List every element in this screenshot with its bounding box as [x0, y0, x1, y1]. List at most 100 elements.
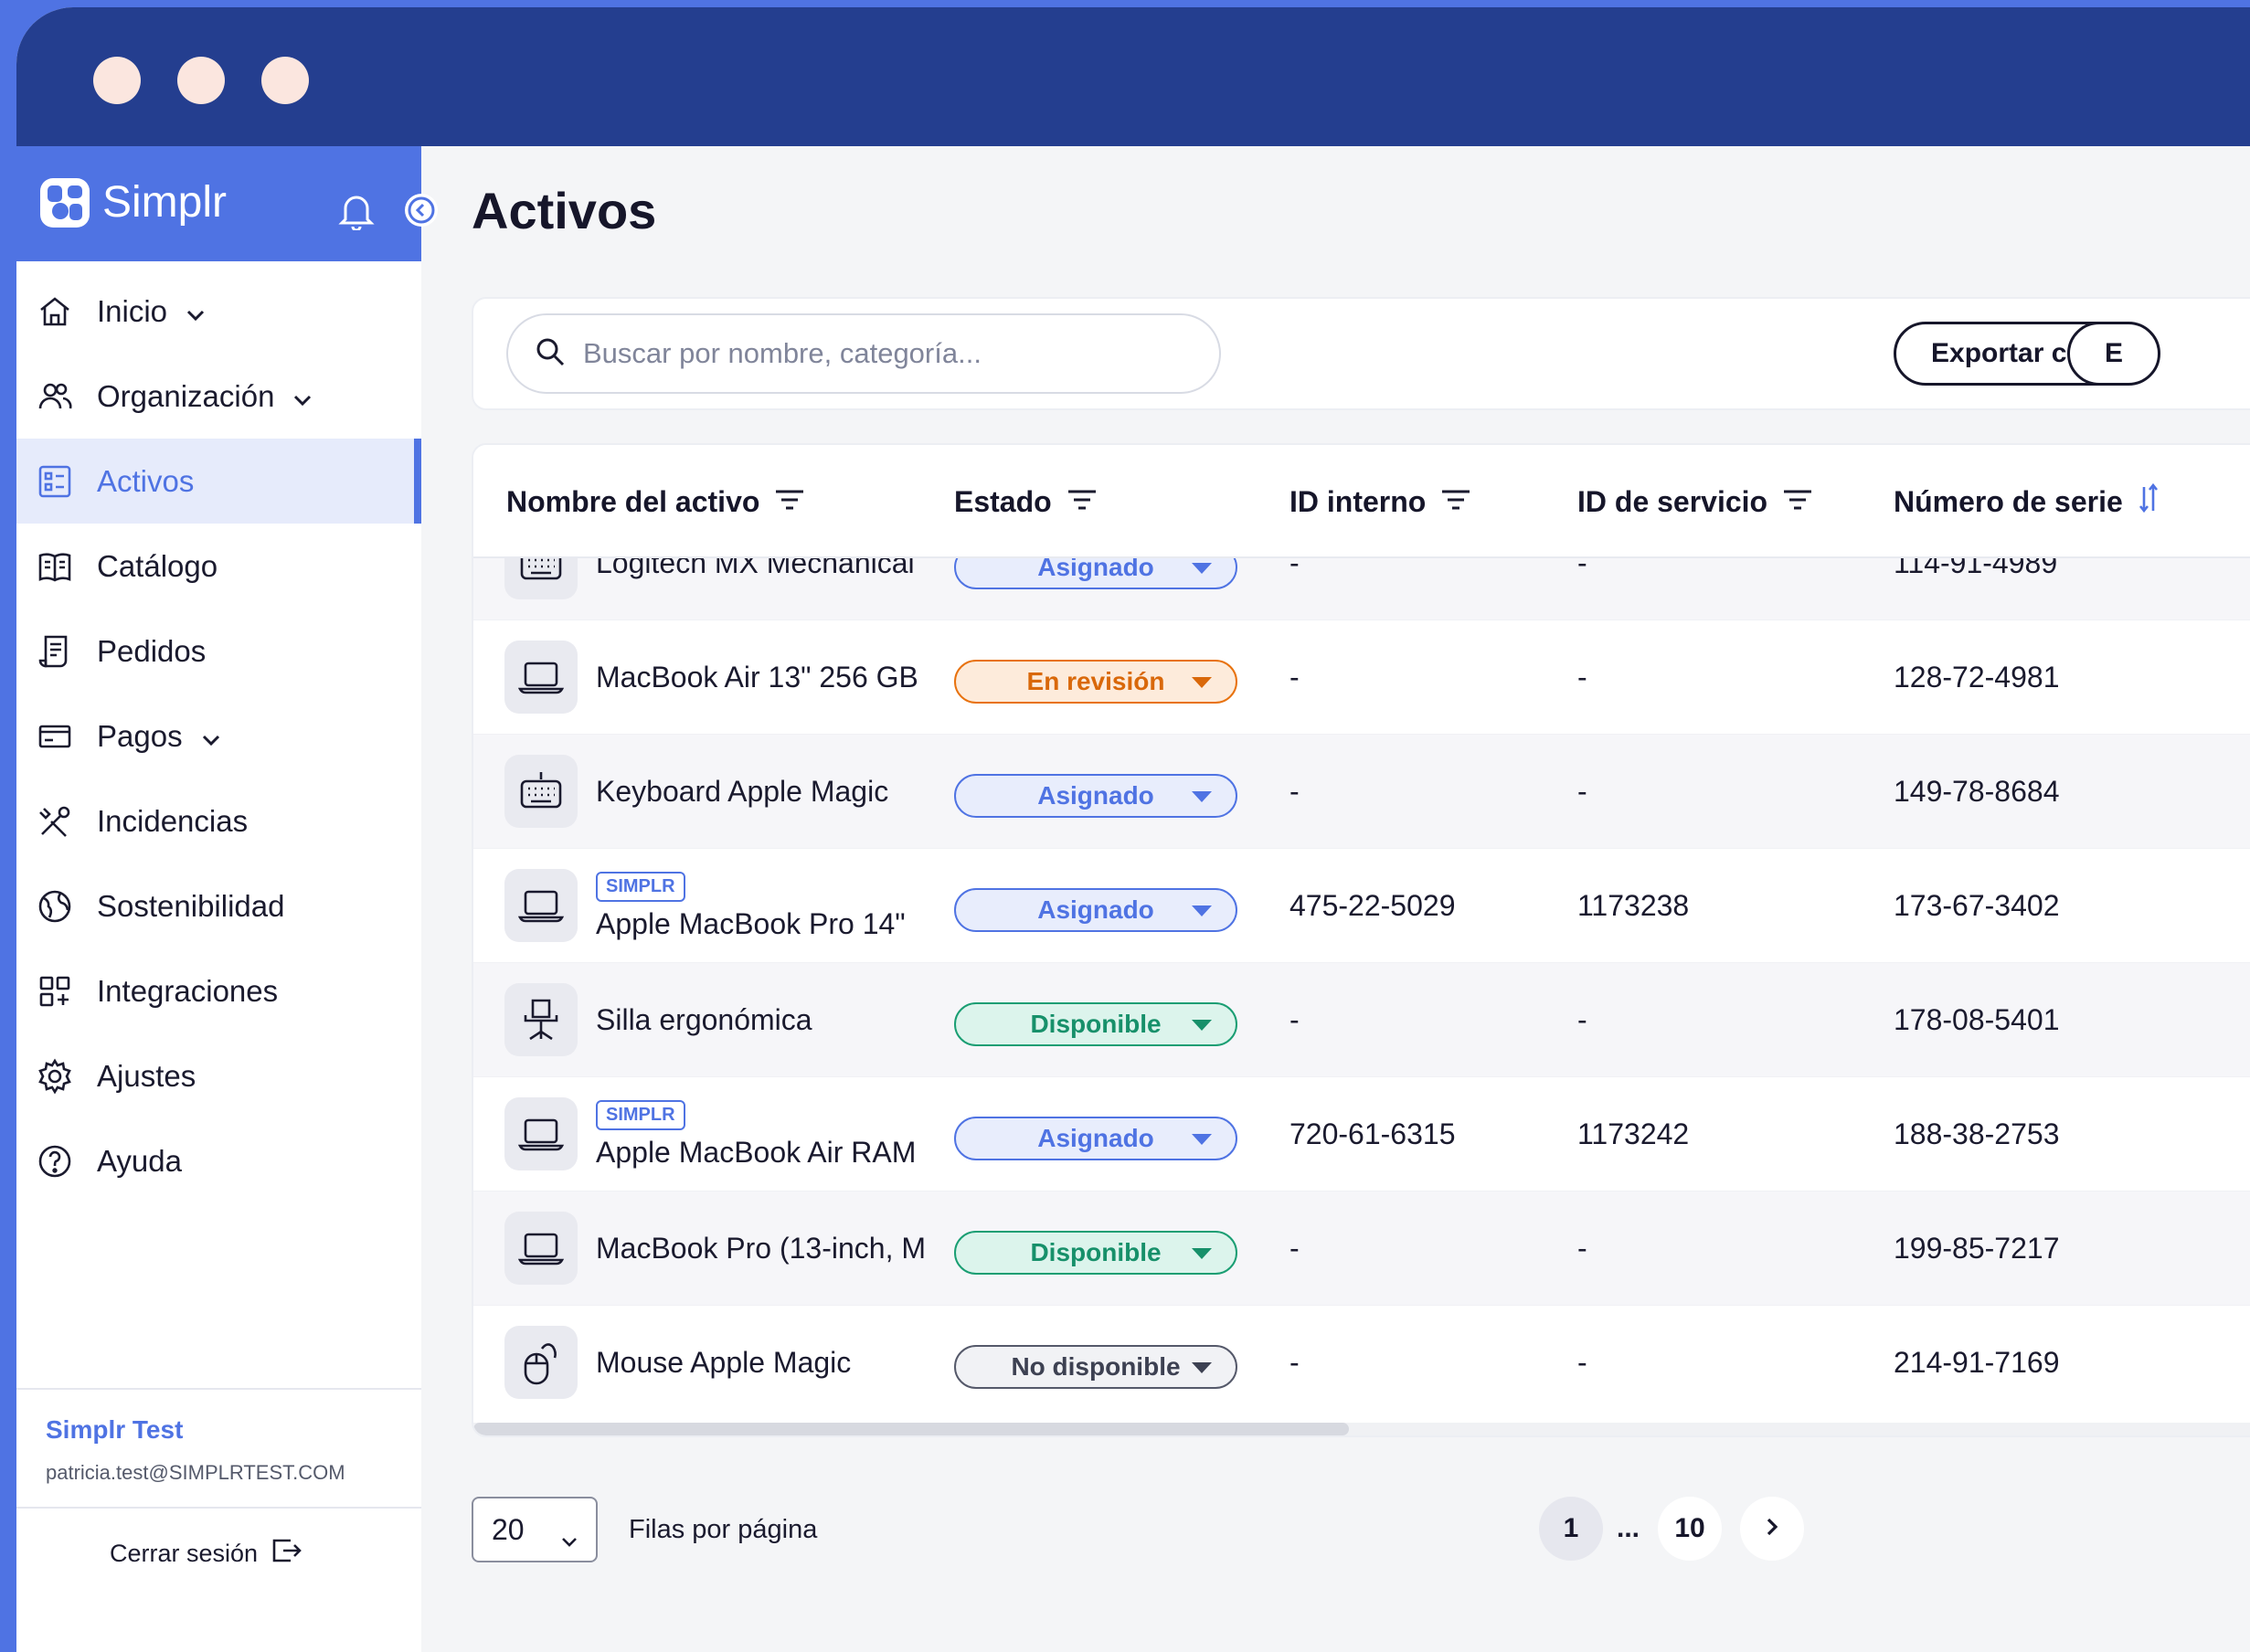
status-label: Disponible — [1030, 1238, 1162, 1266]
sidebar-item-incidencias[interactable]: Incidencias — [16, 778, 421, 863]
filter-icon[interactable] — [1782, 485, 1813, 519]
filter-icon[interactable] — [1067, 485, 1098, 519]
asset-name-cell[interactable]: SIMPLR Apple MacBook Air RAM — [596, 1077, 925, 1191]
filter-icon[interactable] — [1440, 485, 1471, 519]
asset-name: Apple MacBook Pro 14" — [596, 906, 906, 940]
sidebar-item-catalogo[interactable]: Catálogo — [16, 524, 421, 609]
status-label: Disponible — [1030, 1010, 1162, 1038]
sidebar-item-ajustes[interactable]: Ajustes — [16, 1033, 421, 1118]
window-close-dot[interactable] — [93, 57, 141, 104]
secondary-action-button[interactable]: E — [2067, 322, 2161, 386]
chevron-down-icon — [201, 719, 221, 754]
sidebar-item-ayuda[interactable]: Ayuda — [16, 1118, 421, 1203]
asset-name-cell[interactable]: Logitech MX Mechanical — [596, 558, 925, 620]
search-input[interactable] — [583, 337, 1168, 370]
sidebar-item-activos[interactable]: Activos — [16, 439, 421, 524]
logout-label: Cerrar sesión — [110, 1540, 259, 1567]
assets-table: Nombre del activo Estado ID interno ID d… — [472, 443, 2250, 1437]
sidebar-item-label: Pagos — [97, 718, 183, 753]
table-header: Nombre del activo Estado ID interno ID d… — [473, 445, 2250, 558]
serial-number-cell: 149-78-8684 — [1894, 775, 2060, 808]
page-button-current[interactable]: 1 — [1539, 1497, 1603, 1561]
sidebar-item-pagos[interactable]: Pagos — [16, 694, 421, 778]
column-header-id-interno[interactable]: ID interno — [1290, 445, 1471, 558]
internal-id-cell: - — [1290, 1346, 1300, 1379]
status-dropdown[interactable]: Asignado — [954, 888, 1237, 932]
asset-name: Keyboard Apple Magic — [596, 775, 889, 808]
caret-down-icon — [1192, 677, 1212, 688]
sort-icon[interactable] — [2138, 480, 2160, 524]
table-row[interactable]: MacBook Air 13" 256 GB En revisión - - 1… — [473, 620, 2250, 735]
chevron-down-icon — [559, 1522, 579, 1556]
grid-plus-icon — [35, 971, 75, 1011]
table-row[interactable]: Keyboard Apple Magic Asignado - - 149-78… — [473, 735, 2250, 849]
column-label: ID de servicio — [1577, 484, 1768, 518]
asset-name: Apple MacBook Air RAM — [596, 1135, 917, 1169]
column-header-estado[interactable]: Estado — [954, 445, 1098, 558]
status-dropdown[interactable]: En revisión — [954, 660, 1237, 704]
filter-icon[interactable] — [774, 485, 805, 519]
table-row[interactable]: Mouse Apple Magic No disponible - - 214-… — [473, 1306, 2250, 1417]
internal-id-cell: - — [1290, 1232, 1300, 1265]
chevron-down-icon — [186, 294, 206, 329]
scrollbar-thumb[interactable] — [473, 1423, 1349, 1435]
asset-name-cell[interactable]: SIMPLR Apple MacBook Pro 14" — [596, 849, 925, 963]
status-dropdown[interactable]: Disponible — [954, 1231, 1237, 1275]
logout-button[interactable]: Cerrar sesión — [110, 1536, 303, 1572]
asset-name-cell[interactable]: MacBook Air 13" 256 GB — [596, 620, 925, 735]
internal-id-cell: - — [1290, 661, 1300, 694]
asset-name-cell[interactable]: Silla ergonómica — [596, 963, 925, 1077]
search-box[interactable] — [506, 313, 1221, 394]
caret-down-icon — [1192, 1248, 1212, 1259]
divider — [16, 1388, 421, 1390]
table-row[interactable]: SIMPLR Apple MacBook Pro 14" Asignado 47… — [473, 849, 2250, 963]
sidebar-header: Simplr — [16, 146, 421, 261]
asset-name: Silla ergonómica — [596, 1003, 812, 1036]
status-dropdown[interactable]: Disponible — [954, 1002, 1237, 1046]
window-minimize-dot[interactable] — [177, 57, 225, 104]
status-dropdown[interactable]: No disponible — [954, 1345, 1237, 1389]
column-label: ID interno — [1290, 484, 1427, 518]
table-row[interactable]: MacBook Pro (13-inch, M1) Disponible - -… — [473, 1191, 2250, 1306]
mouse-icon — [504, 1326, 578, 1399]
table-toolbar: Exportar csv E — [472, 297, 2250, 410]
app-logo[interactable]: Simplr — [40, 177, 227, 228]
asset-name-cell[interactable]: Mouse Apple Magic — [596, 1306, 925, 1417]
simplr-tag: SIMPLR — [596, 871, 685, 902]
status-label: Asignado — [1037, 895, 1154, 924]
service-id-cell: - — [1577, 558, 1587, 579]
tools-icon — [35, 801, 75, 842]
next-page-button[interactable] — [1740, 1497, 1804, 1561]
rows-per-page-select[interactable]: 20 — [472, 1497, 598, 1562]
page-button-last[interactable]: 10 — [1658, 1497, 1722, 1561]
horizontal-scrollbar[interactable] — [473, 1423, 2250, 1435]
page-title: Activos — [472, 182, 657, 239]
globe-icon — [35, 886, 75, 927]
column-header-nombre[interactable]: Nombre del activo — [506, 445, 805, 558]
serial-number-cell: 199-85-7217 — [1894, 1232, 2060, 1265]
status-dropdown[interactable]: Asignado — [954, 1117, 1237, 1160]
sidebar-item-sostenibilidad[interactable]: Sostenibilidad — [16, 863, 421, 948]
sidebar-item-pedidos[interactable]: Pedidos — [16, 609, 421, 694]
column-header-id-servicio[interactable]: ID de servicio — [1577, 445, 1813, 558]
asset-name-cell[interactable]: Keyboard Apple Magic — [596, 735, 925, 849]
table-row[interactable]: SIMPLR Apple MacBook Air RAM Asignado 72… — [473, 1077, 2250, 1191]
collapse-sidebar-button[interactable] — [405, 194, 438, 227]
asset-name-cell[interactable]: MacBook Pro (13-inch, M1) — [596, 1191, 925, 1306]
table-row[interactable]: Silla ergonómica Disponible - - 178-08-5… — [473, 963, 2250, 1077]
status-label: No disponible — [1011, 1352, 1181, 1381]
bell-icon[interactable] — [338, 192, 375, 235]
app-name: Simplr — [102, 178, 228, 227]
simplr-tag: SIMPLR — [596, 1099, 685, 1130]
sidebar-item-organizacion[interactable]: Organización — [16, 354, 421, 439]
column-header-numero-serie[interactable]: Número de serie — [1894, 445, 2160, 558]
user-name[interactable]: Simplr Test — [46, 1415, 183, 1445]
window-maximize-dot[interactable] — [261, 57, 309, 104]
status-dropdown[interactable]: Asignado — [954, 558, 1237, 589]
status-dropdown[interactable]: Asignado — [954, 774, 1237, 818]
gear-icon — [35, 1056, 75, 1096]
sidebar-item-integraciones[interactable]: Integraciones — [16, 948, 421, 1033]
table-row[interactable]: Logitech MX Mechanical Asignado - - 114-… — [473, 558, 2250, 620]
service-id-cell: - — [1577, 1003, 1587, 1036]
sidebar-item-inicio[interactable]: Inicio — [16, 269, 421, 354]
